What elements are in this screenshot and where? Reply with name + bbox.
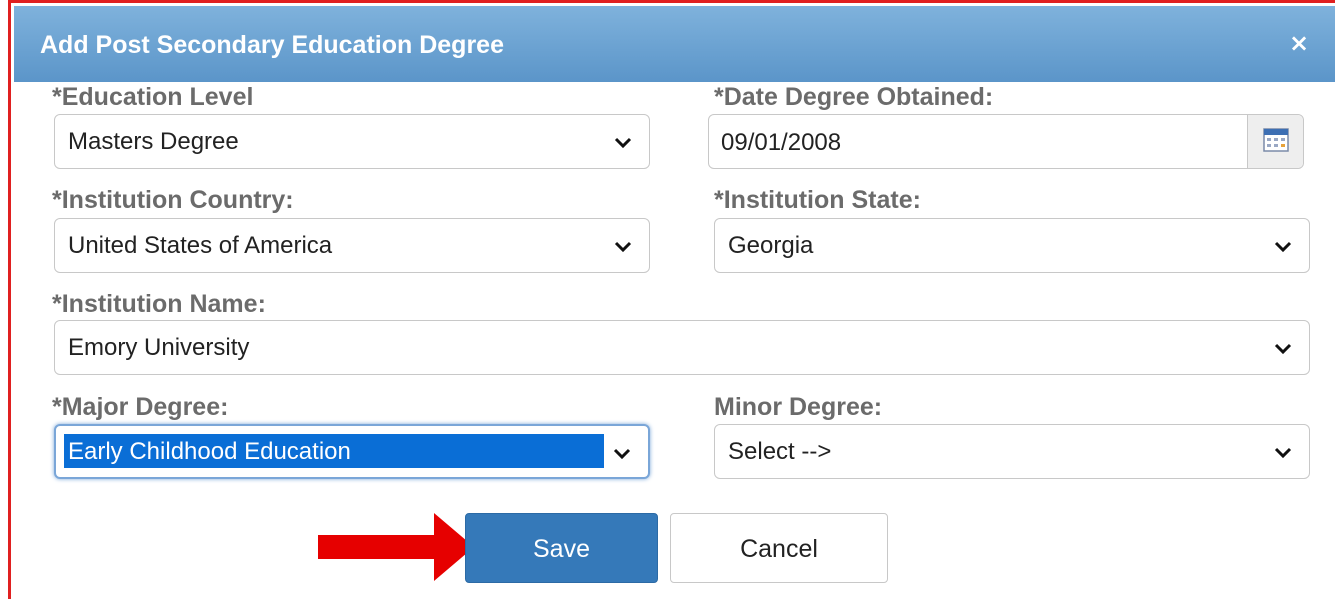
- minor-degree-select[interactable]: Select -->: [714, 424, 1310, 479]
- calendar-button[interactable]: [1247, 115, 1303, 168]
- red-arrow-annotation: [318, 513, 474, 581]
- date-obtained-field[interactable]: 09/01/2008: [708, 114, 1304, 169]
- calendar-icon: [1263, 128, 1289, 152]
- dialog-title: Add Post Secondary Education Degree: [40, 31, 504, 59]
- major-degree-value: Early Childhood Education: [64, 434, 604, 468]
- institution-name-select[interactable]: Emory University: [54, 320, 1310, 375]
- chevron-down-icon: [1274, 447, 1292, 459]
- institution-country-select[interactable]: United States of America: [54, 218, 650, 273]
- institution-name-label: *Institution Name:: [52, 290, 266, 318]
- institution-state-select[interactable]: Georgia: [714, 218, 1310, 273]
- chevron-down-icon: [1274, 241, 1292, 253]
- institution-country-label: *Institution Country:: [52, 186, 294, 214]
- chevron-down-icon: [614, 137, 632, 149]
- education-level-label: *Education Level: [52, 83, 254, 111]
- minor-degree-label: Minor Degree:: [714, 393, 883, 421]
- major-degree-select[interactable]: Early Childhood Education: [54, 424, 650, 479]
- chevron-down-icon: [614, 241, 632, 253]
- chevron-down-icon: [1274, 343, 1292, 355]
- institution-state-label: *Institution State:: [714, 186, 921, 214]
- minor-degree-value: Select -->: [728, 438, 832, 465]
- cancel-button[interactable]: Cancel: [670, 513, 888, 583]
- education-level-select[interactable]: Masters Degree: [54, 114, 650, 169]
- major-degree-label: *Major Degree:: [52, 393, 229, 421]
- institution-state-value: Georgia: [728, 232, 814, 259]
- education-level-value: Masters Degree: [68, 128, 239, 155]
- close-icon[interactable]: ×: [1289, 31, 1309, 55]
- date-obtained-value: 09/01/2008: [721, 129, 842, 156]
- save-button[interactable]: Save: [465, 513, 658, 583]
- chevron-down-icon: [613, 448, 631, 460]
- date-obtained-label: *Date Degree Obtained:: [714, 83, 994, 111]
- institution-country-value: United States of America: [68, 232, 333, 259]
- institution-name-value: Emory University: [68, 334, 250, 361]
- dialog-title-bar: Add Post Secondary Education Degree ×: [14, 6, 1335, 82]
